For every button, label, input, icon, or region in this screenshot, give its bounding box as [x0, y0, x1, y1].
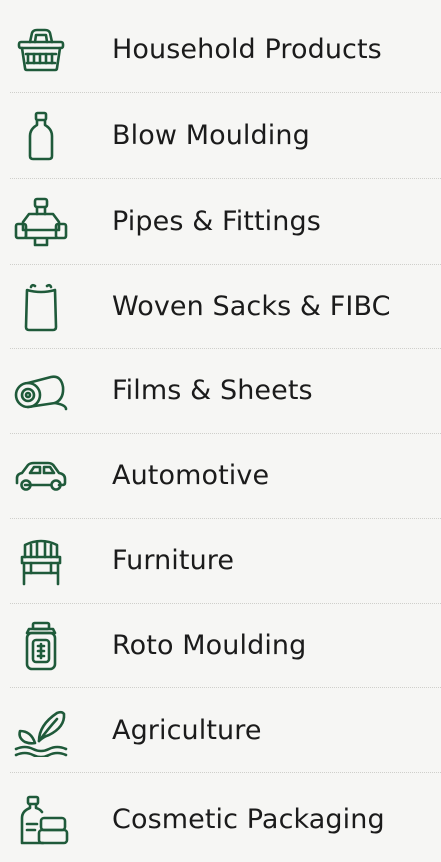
film-roll-icon	[10, 363, 72, 419]
category-label: Woven Sacks & FIBC	[112, 291, 391, 322]
plant-icon	[10, 703, 72, 759]
category-label: Furniture	[112, 545, 235, 576]
category-label: Roto Moulding	[112, 630, 307, 661]
category-films-sheets[interactable]: Films & Sheets	[0, 348, 441, 433]
category-label: Cosmetic Packaging	[112, 804, 385, 835]
category-label: Household Products	[112, 34, 382, 65]
bottle-icon	[10, 108, 72, 164]
category-label: Agriculture	[112, 715, 262, 746]
sack-icon	[10, 279, 72, 335]
category-household-products[interactable]: Household Products	[0, 7, 441, 92]
category-label: Pipes & Fittings	[112, 206, 321, 237]
chair-icon	[10, 533, 72, 589]
basket-icon	[10, 22, 72, 78]
pipe-fittings-icon	[10, 194, 72, 250]
category-automotive[interactable]: Automotive	[0, 433, 441, 518]
category-roto-moulding[interactable]: Roto Moulding	[0, 603, 441, 688]
category-blow-moulding[interactable]: Blow Moulding	[0, 93, 441, 178]
category-pipes-fittings[interactable]: Pipes & Fittings	[0, 179, 441, 264]
category-cosmetic-packaging[interactable]: Cosmetic Packaging	[0, 777, 441, 862]
cosmetic-bottle-icon	[10, 792, 72, 848]
category-furniture[interactable]: Furniture	[0, 518, 441, 603]
category-woven-sacks-fibc[interactable]: Woven Sacks & FIBC	[0, 264, 441, 349]
car-icon	[10, 448, 72, 504]
category-list: Household Products Blow Moulding Pipes &…	[0, 0, 441, 846]
category-agriculture[interactable]: Agriculture	[0, 688, 441, 773]
category-label: Blow Moulding	[112, 120, 310, 151]
tank-icon	[10, 618, 72, 674]
category-label: Films & Sheets	[112, 375, 313, 406]
divider	[10, 772, 441, 773]
category-label: Automotive	[112, 460, 270, 491]
